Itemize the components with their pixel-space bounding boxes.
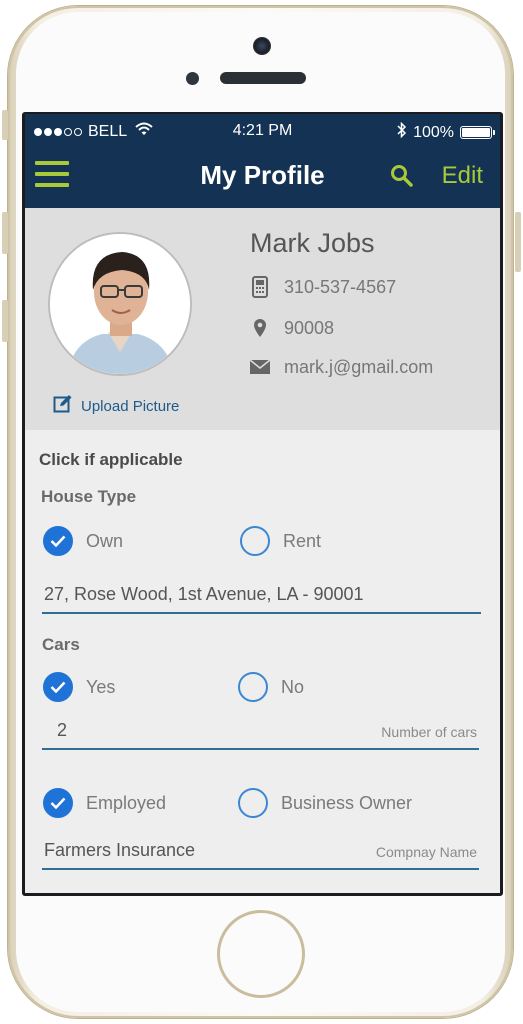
status-bar: BELL 4:21 PM 100% (25, 114, 500, 146)
car-count-hint: Number of cars (381, 724, 477, 740)
app-screen: BELL 4:21 PM 100% My Profile Edit Upload… (25, 114, 500, 893)
email-address: mark.j@gmail.com (284, 356, 434, 377)
option-rent-label: Rent (283, 530, 322, 551)
address-field[interactable]: 27, Rose Wood, 1st Avenue, LA - 90001 (42, 580, 481, 614)
option-business-owner-label: Business Owner (281, 792, 413, 813)
zip-code: 90008 (284, 317, 335, 338)
front-camera (253, 37, 271, 55)
option-own[interactable]: Own (43, 526, 123, 556)
top-bar: BELL 4:21 PM 100% My Profile Edit (25, 114, 500, 208)
edit-icon (53, 394, 73, 418)
option-yes-label: Yes (86, 676, 116, 697)
location-pin-icon (250, 317, 270, 339)
check-icon[interactable] (43, 788, 73, 818)
battery-icon (460, 126, 495, 139)
nav-bar: My Profile Edit (25, 146, 500, 208)
radio-empty-icon[interactable] (238, 788, 268, 818)
power-button (515, 212, 521, 272)
page-title: My Profile (200, 160, 325, 190)
radio-empty-icon[interactable] (238, 672, 268, 702)
bluetooth-icon (397, 121, 407, 143)
profile-form: Click if applicable House Type Own Rent … (25, 430, 500, 893)
mail-icon (250, 356, 270, 378)
option-own-label: Own (86, 530, 124, 551)
option-employed[interactable]: Employed (43, 788, 166, 818)
option-business-owner[interactable]: Business Owner (238, 788, 412, 818)
volume-up-button (2, 212, 8, 254)
battery-fill (462, 128, 490, 137)
option-yes[interactable]: Yes (43, 672, 115, 702)
cars-label: Cars (42, 635, 80, 654)
location-row: 90008 (250, 317, 334, 339)
home-button[interactable] (217, 910, 305, 998)
upload-picture-link[interactable]: Upload Picture (53, 394, 179, 418)
earpiece-speaker (220, 72, 306, 84)
radio-empty-icon[interactable] (240, 526, 270, 556)
option-rent[interactable]: Rent (240, 526, 321, 556)
company-hint: Compnay Name (375, 844, 477, 860)
form-intro: Click if applicable (39, 450, 183, 469)
company-field[interactable]: Farmers Insurance Compnay Name (42, 836, 479, 870)
proximity-sensor (186, 72, 199, 85)
phone-number: 310-537-4567 (284, 276, 397, 297)
battery-percent: 100% (413, 123, 454, 141)
house-type-label: House Type (41, 487, 137, 506)
mute-switch (2, 110, 8, 140)
profile-name: Mark Jobs (250, 228, 375, 258)
upload-picture-label: Upload Picture (81, 397, 180, 415)
phone-screen: BELL 4:21 PM 100% My Profile Edit Upload… (22, 112, 503, 896)
car-count-value: 2 (57, 720, 68, 740)
phone-icon (250, 276, 270, 298)
address-value: 27, Rose Wood, 1st Avenue, LA - 90001 (44, 584, 364, 604)
status-right: 100% (397, 121, 495, 143)
avatar[interactable] (48, 232, 192, 376)
check-icon[interactable] (43, 526, 73, 556)
email-row: mark.j@gmail.com (250, 356, 433, 378)
phone-row: 310-537-4567 (250, 276, 396, 298)
option-no-label: No (281, 676, 305, 697)
check-icon[interactable] (43, 672, 73, 702)
search-icon[interactable] (390, 164, 414, 188)
edit-button[interactable]: Edit (442, 162, 483, 190)
profile-header: Upload Picture Mark Jobs 310-537-4567 90… (25, 208, 500, 430)
option-employed-label: Employed (86, 792, 167, 813)
option-no[interactable]: No (238, 672, 304, 702)
company-value: Farmers Insurance (44, 840, 196, 860)
car-count-field[interactable]: 2 Number of cars (42, 716, 479, 750)
volume-down-button (2, 300, 8, 342)
